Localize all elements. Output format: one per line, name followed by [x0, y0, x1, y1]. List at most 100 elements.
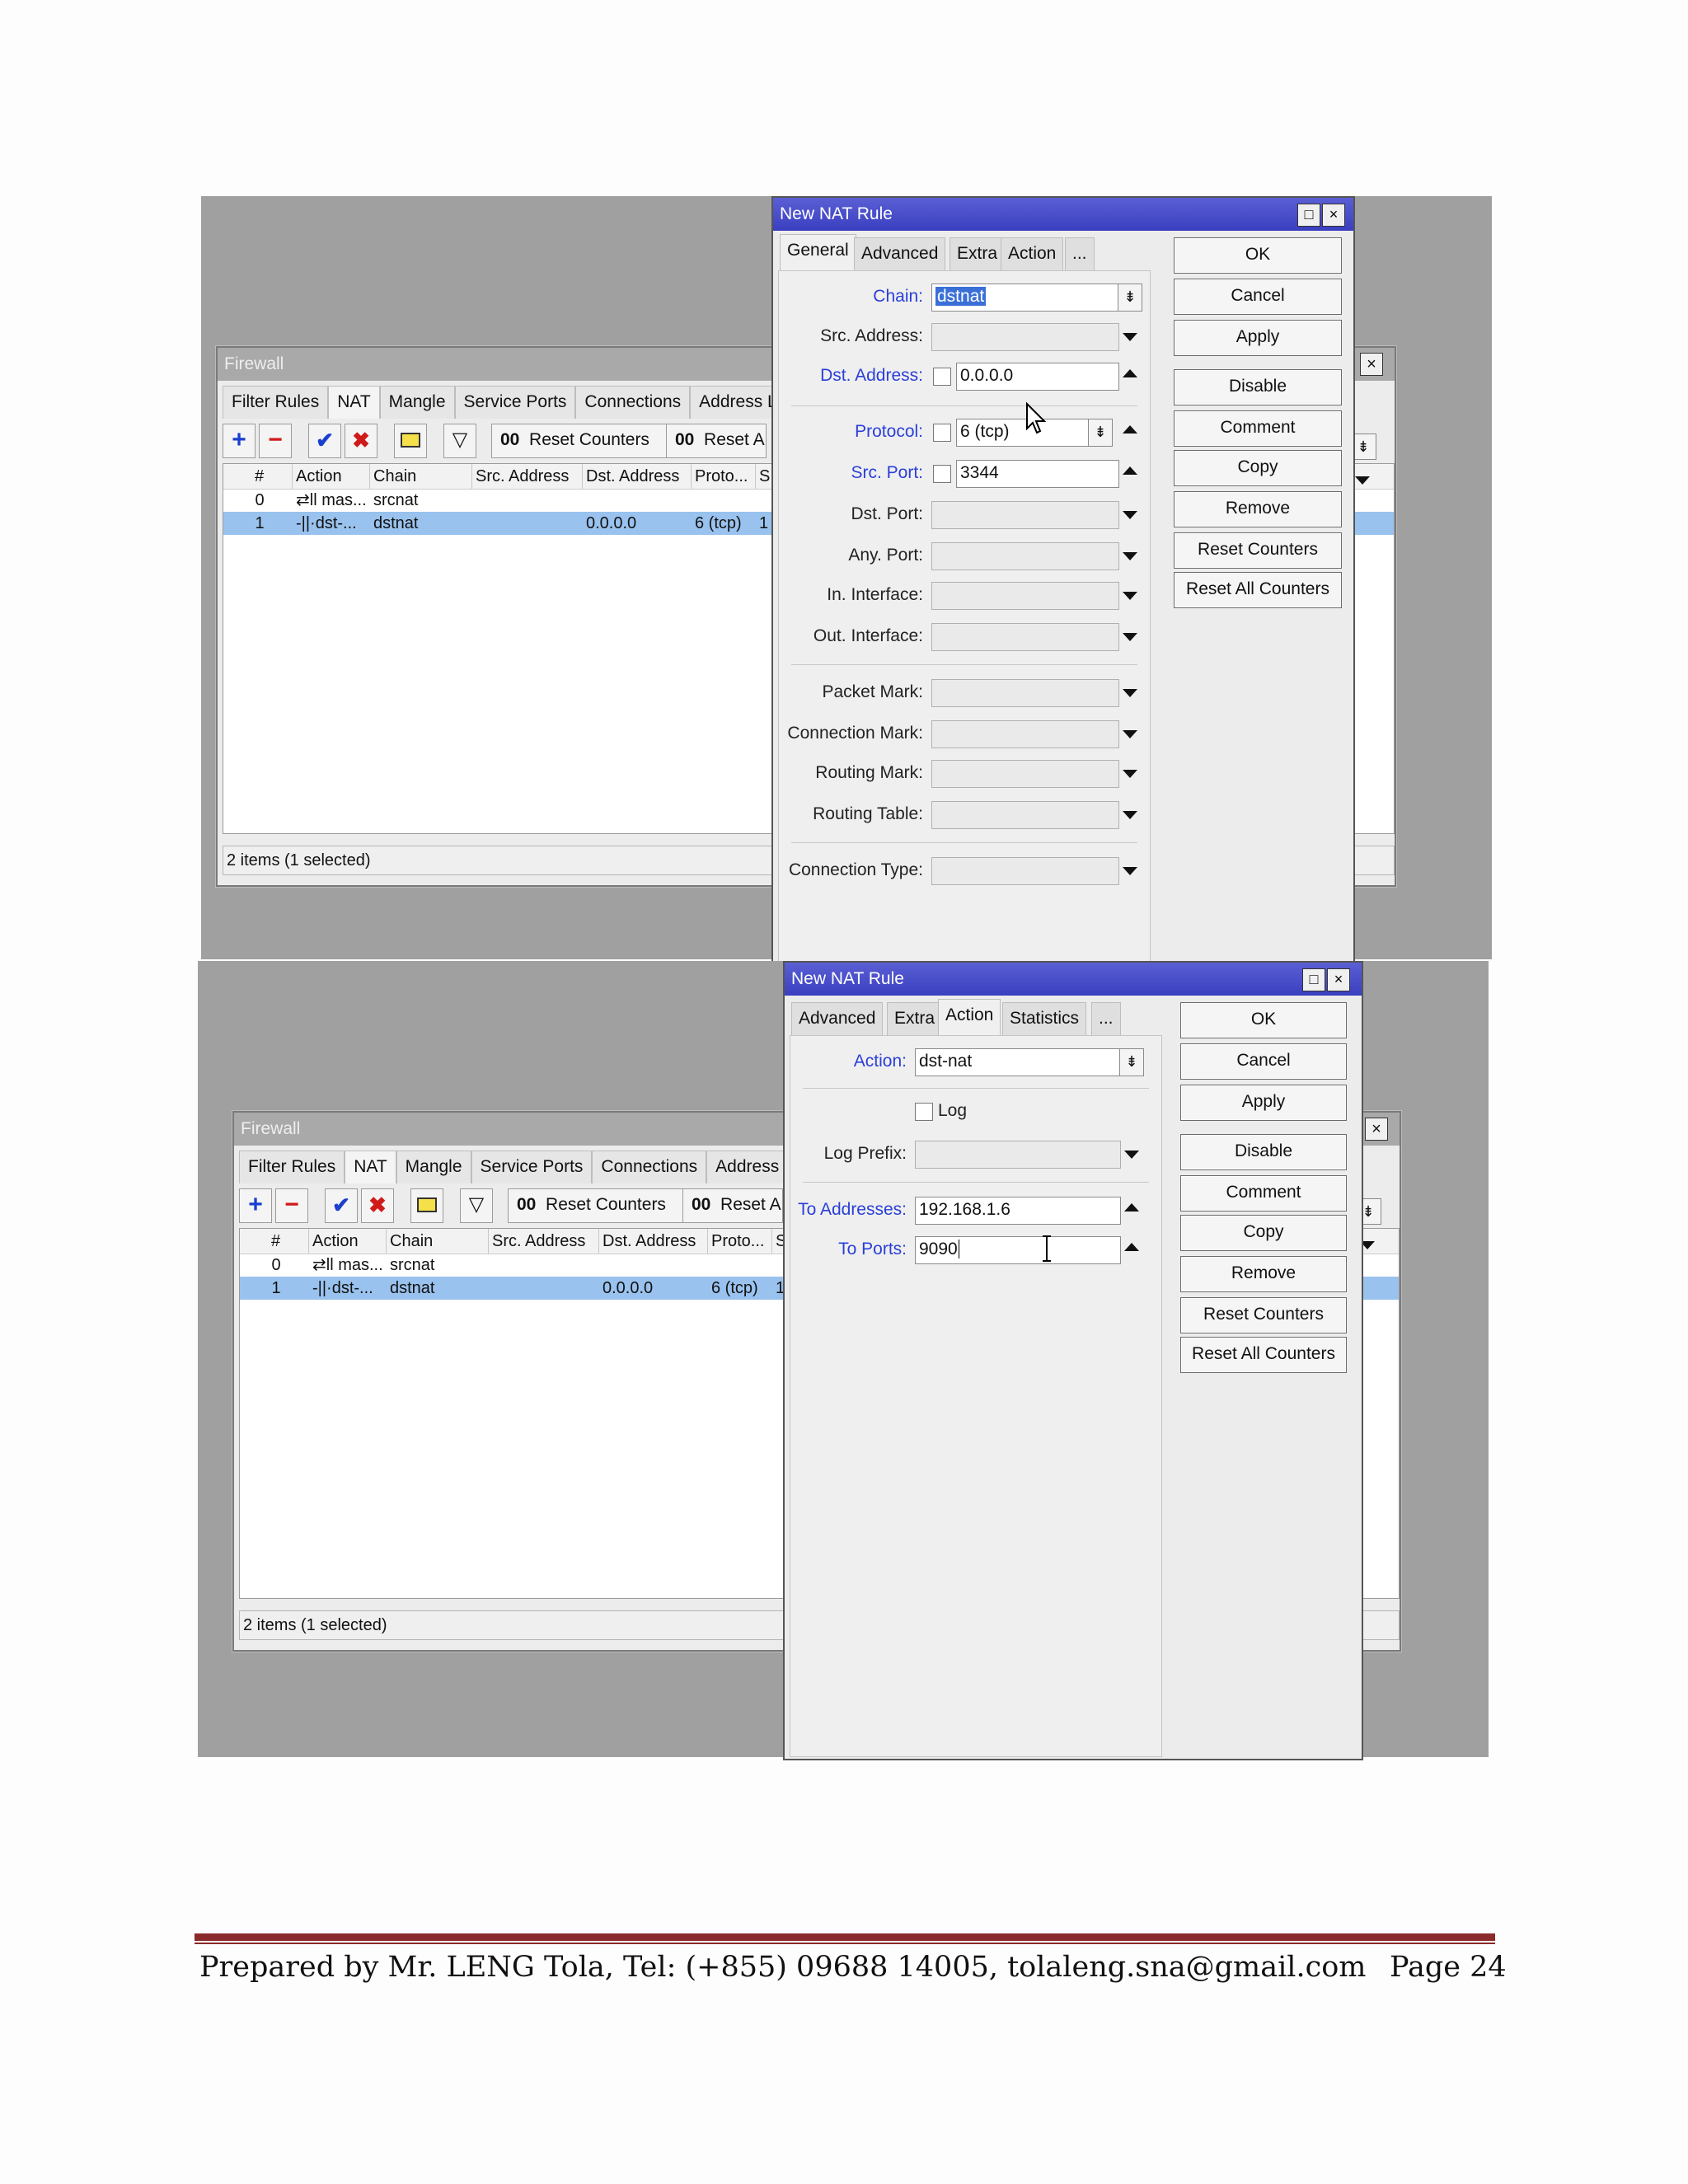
tab-connections[interactable]: Connections: [575, 386, 691, 419]
chevron-down-icon[interactable]: [1124, 1151, 1139, 1159]
tab-filter-rules[interactable]: Filter Rules: [223, 386, 329, 419]
connection-mark-field[interactable]: [931, 720, 1119, 748]
chevron-down-icon[interactable]: [1123, 511, 1137, 519]
tab-action[interactable]: Action: [1001, 237, 1064, 271]
log-prefix-field[interactable]: [915, 1141, 1121, 1169]
column-header-protocol[interactable]: Proto...: [692, 464, 756, 489]
tab-action[interactable]: Action: [938, 999, 1001, 1036]
chevron-down-icon[interactable]: [1123, 689, 1137, 697]
copy-button[interactable]: Copy: [1180, 1215, 1347, 1251]
tab-statistics[interactable]: Statistics: [1002, 1002, 1087, 1036]
tab-mangle[interactable]: Mangle: [379, 386, 455, 419]
firewall-close-icon[interactable]: ×: [1365, 1118, 1388, 1141]
filter-icon[interactable]: ▽: [443, 424, 476, 458]
chevron-up-icon[interactable]: [1123, 466, 1137, 475]
column-header-src-address[interactable]: Src. Address: [472, 464, 583, 489]
tab-more[interactable]: ...: [1091, 1002, 1121, 1036]
cancel-button[interactable]: Cancel: [1174, 279, 1342, 315]
column-header-action[interactable]: Action: [309, 1229, 387, 1254]
enable-icon[interactable]: ✔: [308, 424, 341, 458]
add-icon[interactable]: +: [223, 424, 256, 458]
tab-connections[interactable]: Connections: [592, 1151, 707, 1183]
tab-extra[interactable]: Extra: [887, 1002, 943, 1036]
protocol-negate-checkbox[interactable]: [933, 424, 951, 442]
tab-advanced[interactable]: Advanced: [854, 237, 946, 271]
apply-button[interactable]: Apply: [1180, 1085, 1347, 1121]
column-header-chain[interactable]: Chain: [370, 464, 472, 489]
comment-button[interactable]: Comment: [1180, 1175, 1347, 1212]
action-dropdown[interactable]: ⇟: [1119, 1048, 1144, 1076]
column-header-dst-address[interactable]: Dst. Address: [599, 1229, 708, 1254]
tab-filter-rules[interactable]: Filter Rules: [239, 1151, 345, 1183]
chevron-down-icon[interactable]: [1355, 476, 1370, 485]
remove-button[interactable]: Remove: [1180, 1256, 1347, 1292]
out-interface-field[interactable]: [931, 623, 1119, 651]
reset-counters-button[interactable]: 00 Reset Counters: [508, 1188, 686, 1223]
chevron-up-icon[interactable]: [1123, 369, 1137, 377]
comment-button[interactable]: Comment: [1174, 410, 1342, 447]
disable-icon[interactable]: ✖: [345, 424, 377, 458]
tab-mangle[interactable]: Mangle: [396, 1151, 471, 1183]
remove-button[interactable]: Remove: [1174, 491, 1342, 527]
reset-counters-button[interactable]: 00 Reset Counters: [491, 424, 669, 458]
connection-type-field[interactable]: [931, 857, 1119, 885]
column-header-protocol[interactable]: Proto...: [708, 1229, 772, 1254]
dst-address-field[interactable]: 0.0.0.0: [956, 363, 1119, 391]
add-icon[interactable]: +: [239, 1188, 272, 1223]
column-header-chain[interactable]: Chain: [387, 1229, 489, 1254]
chevron-down-icon[interactable]: [1123, 770, 1137, 778]
disable-button[interactable]: Disable: [1180, 1134, 1347, 1170]
chain-dropdown[interactable]: ⇟: [1118, 284, 1142, 312]
routing-table-field[interactable]: [931, 801, 1119, 829]
chevron-up-icon[interactable]: [1124, 1203, 1139, 1212]
reset-all-counters-button[interactable]: Reset All Counters: [1180, 1337, 1347, 1373]
chevron-down-icon[interactable]: [1123, 592, 1137, 600]
tab-general[interactable]: General: [780, 234, 856, 271]
remove-icon[interactable]: −: [275, 1188, 308, 1223]
copy-button[interactable]: Copy: [1174, 450, 1342, 486]
chevron-down-icon[interactable]: [1123, 633, 1137, 641]
dst-address-negate-checkbox[interactable]: [933, 368, 951, 386]
column-header-action[interactable]: Action: [293, 464, 370, 489]
disable-icon[interactable]: ✖: [361, 1188, 394, 1223]
packet-mark-field[interactable]: [931, 679, 1119, 707]
chevron-down-icon[interactable]: [1123, 730, 1137, 738]
tab-service-ports[interactable]: Service Ports: [454, 386, 576, 419]
src-port-negate-checkbox[interactable]: [933, 465, 951, 483]
chevron-down-icon[interactable]: [1123, 811, 1137, 819]
cancel-button[interactable]: Cancel: [1180, 1043, 1347, 1080]
dst-port-field[interactable]: [931, 501, 1119, 529]
column-header-number[interactable]: #: [223, 464, 293, 489]
column-header-src-address[interactable]: Src. Address: [489, 1229, 599, 1254]
maximize-icon[interactable]: □: [1297, 204, 1320, 227]
close-icon[interactable]: ×: [1322, 204, 1345, 227]
any-port-field[interactable]: [931, 542, 1119, 570]
src-port-field[interactable]: 3344: [956, 460, 1119, 488]
reset-counters-button[interactable]: Reset Counters: [1174, 532, 1342, 569]
apply-button[interactable]: Apply: [1174, 320, 1342, 356]
comment-icon[interactable]: [394, 424, 427, 458]
remove-icon[interactable]: −: [259, 424, 292, 458]
enable-icon[interactable]: ✔: [325, 1188, 358, 1223]
firewall-close-icon[interactable]: ×: [1360, 353, 1383, 376]
in-interface-field[interactable]: [931, 582, 1119, 610]
close-icon[interactable]: ×: [1327, 968, 1350, 991]
tab-extra[interactable]: Extra: [950, 237, 1006, 271]
action-field[interactable]: dst-nat: [915, 1048, 1121, 1076]
disable-button[interactable]: Disable: [1174, 369, 1342, 405]
protocol-field[interactable]: 6 (tcp): [956, 419, 1090, 447]
chevron-down-icon[interactable]: [1123, 552, 1137, 560]
chevron-up-icon[interactable]: [1124, 1243, 1139, 1251]
log-checkbox[interactable]: [915, 1103, 933, 1121]
reset-all-counters-button[interactable]: 00 Reset A: [682, 1188, 783, 1223]
reset-counters-button[interactable]: Reset Counters: [1180, 1297, 1347, 1333]
maximize-icon[interactable]: □: [1302, 968, 1325, 991]
chevron-down-icon[interactable]: [1123, 867, 1137, 875]
protocol-dropdown[interactable]: ⇟: [1088, 419, 1113, 447]
reset-all-counters-button[interactable]: 00 Reset A: [666, 424, 767, 458]
routing-mark-field[interactable]: [931, 760, 1119, 788]
ok-button[interactable]: OK: [1174, 237, 1342, 274]
reset-all-counters-button[interactable]: Reset All Counters: [1174, 572, 1342, 608]
comment-icon[interactable]: [410, 1188, 443, 1223]
tab-more[interactable]: ...: [1065, 237, 1095, 271]
